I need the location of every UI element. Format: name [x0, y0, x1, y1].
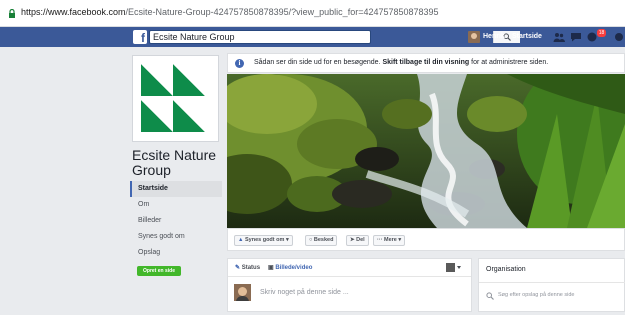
- message-bubble-icon: ○: [309, 237, 313, 243]
- post-composer: ✎ Status ▣ Billede/video Skriv noget på …: [227, 258, 472, 312]
- chevron-down-icon: ▾: [398, 237, 402, 243]
- page-search-placeholder: Søg efter opslag på denne side: [498, 292, 575, 298]
- chevron-down-icon: ▾: [285, 237, 289, 243]
- share-button[interactable]: ➤ Del: [346, 235, 369, 246]
- banner-lead: Sådan ser din side ud for en besøgende.: [254, 59, 381, 66]
- organisation-heading: Organisation: [486, 266, 526, 273]
- poster-avatar: [234, 284, 251, 301]
- camera-icon: ▣: [268, 265, 274, 271]
- post-as-dropdown[interactable]: [446, 263, 462, 272]
- waterfall-cover-image: [227, 74, 625, 228]
- info-icon: i: [235, 59, 244, 68]
- status-tab[interactable]: ✎ Status: [235, 264, 260, 271]
- nav-item-opslag[interactable]: Opslag: [130, 245, 222, 261]
- more-label: Mere: [384, 237, 397, 243]
- page-navigation: Startside Om Billeder Synes godt om Opsl…: [130, 181, 222, 261]
- facebook-logo-icon[interactable]: f: [133, 30, 147, 44]
- status-label: Status: [241, 265, 261, 271]
- page-action-bar: ▲ Synes godt om ▾ ○ Besked ➤ Del ··· Mer…: [227, 228, 625, 251]
- share-label: Del: [356, 237, 365, 243]
- search-icon: [486, 292, 494, 300]
- url-path: /Ecsite-Nature-Group-424757850878395/?vi…: [125, 7, 439, 17]
- messages-icon[interactable]: [570, 32, 582, 42]
- nav-item-synes-godt-om[interactable]: Synes godt om: [130, 229, 222, 245]
- help-icon[interactable]: [613, 32, 625, 42]
- switch-back-link[interactable]: Skift tilbage til din visning: [382, 59, 469, 66]
- page-posts-search-input[interactable]: Søg efter opslag på denne side: [482, 286, 625, 306]
- home-link[interactable]: Startside: [512, 33, 542, 40]
- pencil-icon: ✎: [235, 265, 241, 271]
- like-page-button[interactable]: ▲ Synes godt om ▾: [234, 235, 293, 246]
- cover-photo[interactable]: [227, 74, 625, 228]
- banner-trail: for at administrere siden.: [471, 59, 549, 66]
- create-page-button[interactable]: Opret en side: [137, 266, 181, 276]
- url-text: https://www.facebook.com/Ecsite-Nature-G…: [21, 7, 439, 17]
- nav-item-startside[interactable]: Startside: [130, 181, 222, 197]
- photo-video-label: Billede/video: [275, 265, 313, 271]
- banner-text: Sådan ser din side ud for en besøgende. …: [254, 59, 548, 66]
- browser-url-bar[interactable]: https://www.facebook.com/Ecsite-Nature-G…: [0, 0, 625, 27]
- page-profile-picture[interactable]: [132, 55, 219, 142]
- composer-divider: [228, 276, 471, 277]
- nav-item-billeder[interactable]: Billeder: [130, 213, 222, 229]
- thumbs-up-icon: ▲: [238, 237, 244, 243]
- url-host: https://www.facebook.com: [21, 7, 126, 17]
- organisation-box: Organisation Søg efter opslag på denne s…: [478, 258, 625, 312]
- lock-icon: [9, 9, 15, 18]
- message-button[interactable]: ○ Besked: [305, 235, 338, 246]
- user-avatar[interactable]: [468, 31, 480, 43]
- message-label: Besked: [313, 237, 334, 243]
- visitor-view-banner: i Sådan ser din side ud for en besøgende…: [227, 53, 625, 73]
- notification-badge: 18: [597, 29, 606, 37]
- post-text-input[interactable]: Skriv noget på denne side ...: [260, 289, 349, 296]
- profile-link[interactable]: Henrik: [483, 33, 505, 40]
- share-arrow-icon: ➤: [350, 237, 355, 243]
- organisation-divider: [479, 282, 625, 283]
- nav-item-om[interactable]: Om: [130, 197, 222, 213]
- more-button[interactable]: ··· Mere ▾: [373, 235, 406, 246]
- top-navigation-bar: f Ecsite Nature Group Henrik Startside 1…: [0, 27, 625, 47]
- friend-requests-icon[interactable]: [553, 32, 565, 42]
- page-title: Ecsite Nature Group: [132, 147, 217, 178]
- search-input[interactable]: Ecsite Nature Group: [149, 30, 520, 44]
- more-dots-icon: ···: [377, 237, 383, 243]
- ecsite-logo: [133, 56, 218, 141]
- like-label: Synes godt om: [244, 237, 285, 243]
- photo-video-tab[interactable]: ▣ Billede/video: [268, 264, 312, 271]
- search-value: Ecsite Nature Group: [153, 32, 235, 42]
